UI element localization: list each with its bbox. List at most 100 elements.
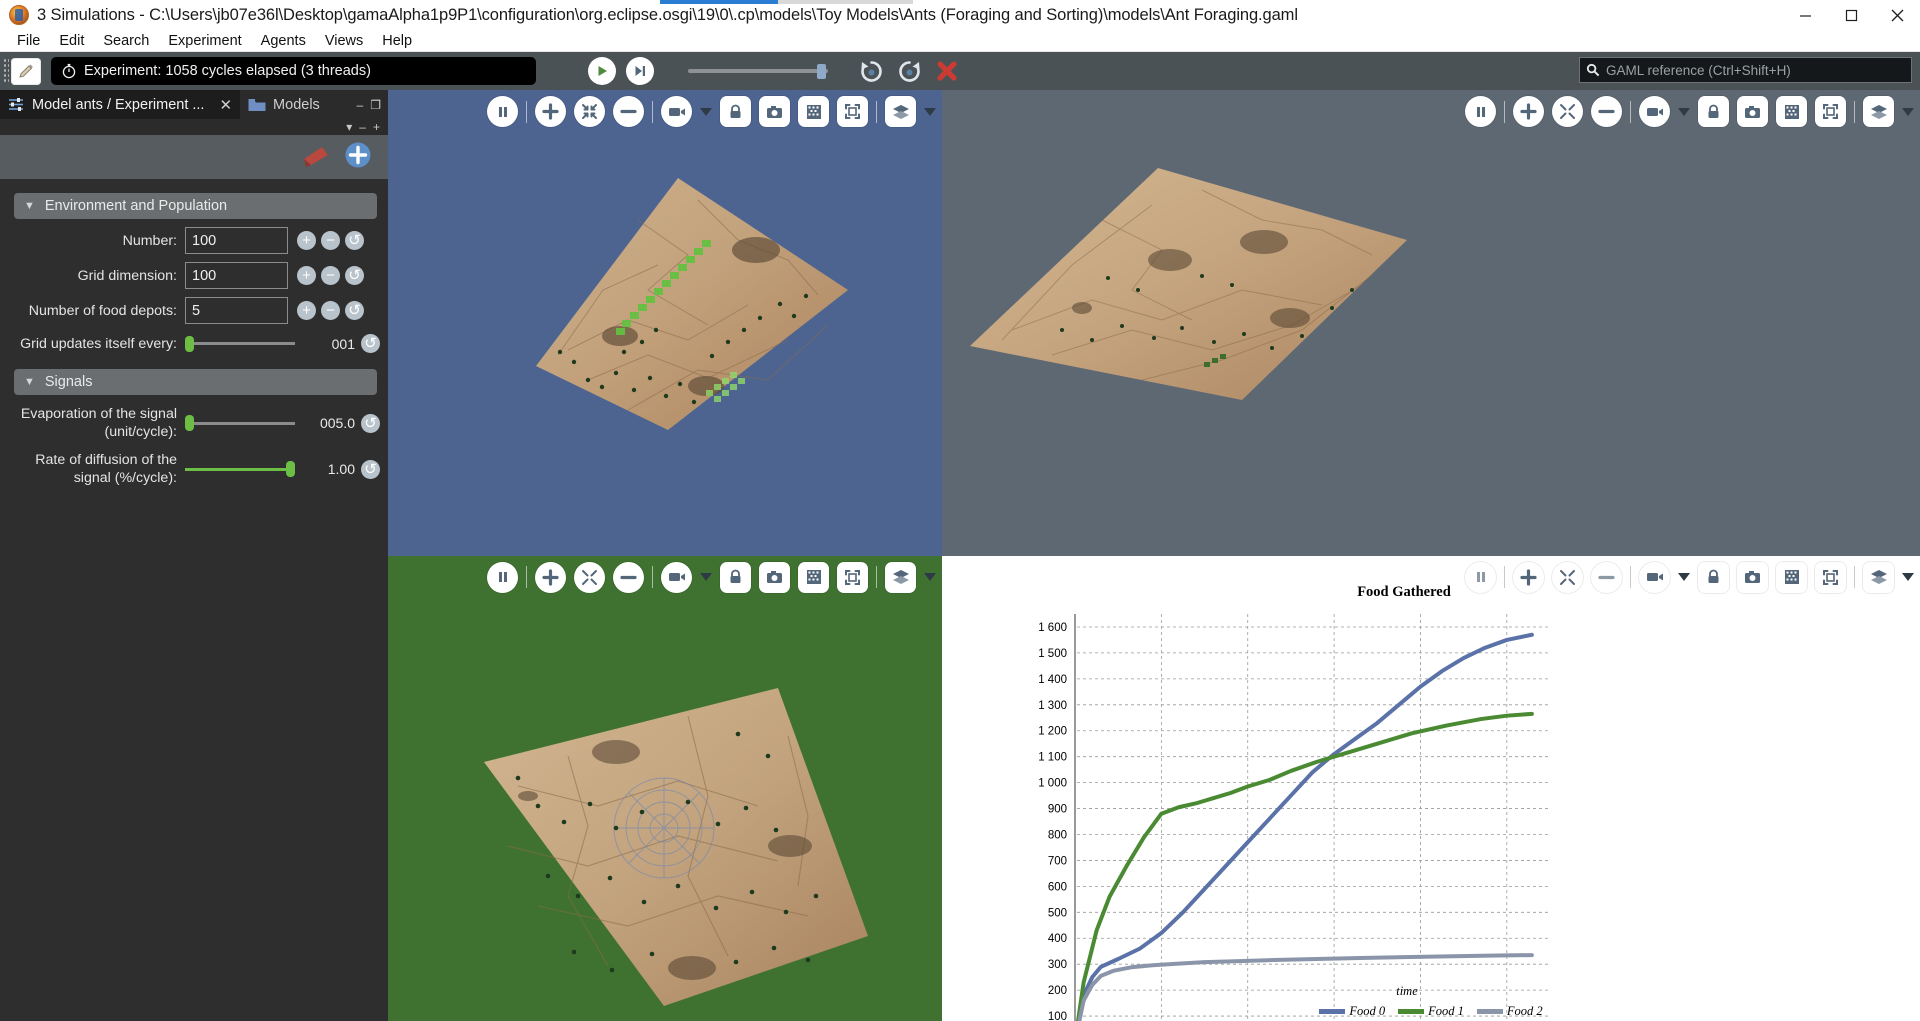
chevron-down-icon[interactable]: ▾ [346,120,352,134]
chevron-down-icon[interactable] [1902,573,1914,581]
zoom-in-icon[interactable] [535,96,566,127]
camera-preset-icon[interactable] [1639,96,1670,127]
step-forward-icon[interactable] [626,57,654,85]
zoom-fit-icon[interactable] [574,561,605,593]
decrement-button[interactable]: − [321,231,340,250]
revert-button[interactable]: ↺ [345,231,364,250]
camera-preset-icon[interactable] [661,561,692,593]
zoom-fit-icon[interactable] [1552,561,1583,593]
pause-icon[interactable] [487,96,518,127]
add-icon[interactable] [344,141,372,169]
chevron-down-icon[interactable]: ▼ [24,376,35,388]
increment-button[interactable]: + [297,301,316,320]
toolbar-grip[interactable] [3,58,9,84]
chevron-down-icon[interactable] [924,573,936,581]
revert-button[interactable]: ↺ [345,301,364,320]
slider-knob[interactable] [286,461,295,477]
snapshot-icon[interactable] [1737,561,1768,593]
menu-experiment[interactable]: Experiment [159,31,250,51]
play-icon[interactable] [588,57,616,85]
increment-button[interactable]: + [297,266,316,285]
chevron-down-icon[interactable] [700,573,712,581]
lock-icon[interactable] [720,96,751,127]
speed-slider-knob[interactable] [817,63,826,79]
menu-file[interactable]: File [8,31,49,51]
zoom-out-icon[interactable] [1591,561,1622,593]
pause-icon[interactable] [487,561,518,593]
grid-icon[interactable] [798,96,829,127]
snapshot-icon[interactable] [759,96,790,127]
lock-icon[interactable] [1698,561,1729,593]
gaml-search-box[interactable]: GAML reference (Ctrl+Shift+H) [1579,57,1912,83]
zoom-fit-icon[interactable] [1552,96,1583,127]
ant-display-green[interactable] [388,555,942,1021]
camera-preset-icon[interactable] [1639,561,1670,593]
layers-icon[interactable] [885,96,916,127]
layers-icon[interactable] [885,561,916,593]
food-depots-input[interactable]: 5 [185,297,288,324]
zoom-in-icon[interactable] [1513,96,1544,127]
zoom-out-icon[interactable] [613,561,644,593]
reset-icon[interactable] [894,56,924,86]
ant-display-blue[interactable] [388,90,942,556]
revert-button[interactable]: ↺ [361,334,380,353]
lock-icon[interactable] [720,561,751,593]
section-signals[interactable]: ▼ Signals [14,369,377,395]
grid-icon[interactable] [1776,561,1807,593]
ant-display-gray[interactable] [942,90,1920,556]
chevron-down-icon[interactable] [924,107,936,116]
diffusion-slider[interactable] [185,461,295,477]
grid-dimension-input[interactable]: 100 [185,262,288,289]
zoom-in-icon[interactable] [1513,561,1544,593]
reload-icon[interactable] [856,56,886,86]
revert-button[interactable]: ↺ [361,413,380,433]
close-experiment-icon[interactable] [932,56,962,86]
zoom-out-button[interactable]: – [359,120,366,134]
minimize-button[interactable] [1782,0,1828,30]
slider-knob[interactable] [185,335,194,352]
grid-icon[interactable] [1776,96,1807,127]
menu-help[interactable]: Help [373,31,421,51]
lock-icon[interactable] [1698,96,1729,127]
zoom-out-icon[interactable] [1591,96,1622,127]
chevron-down-icon[interactable] [700,107,712,116]
grid-icon[interactable] [798,561,829,593]
grid-update-slider[interactable] [185,335,295,352]
snapshot-icon[interactable] [1737,96,1768,127]
revert-button[interactable]: ↺ [345,266,364,285]
menu-agents[interactable]: Agents [252,31,315,51]
chevron-down-icon[interactable] [1678,573,1690,581]
menu-edit[interactable]: Edit [50,31,93,51]
zoom-fit-icon[interactable] [574,96,605,127]
chevron-down-icon[interactable]: ▼ [24,200,35,212]
speed-slider[interactable] [688,63,828,79]
chevron-down-icon[interactable] [1678,107,1690,116]
menu-search[interactable]: Search [94,31,158,51]
fullscreen-icon[interactable] [837,96,868,127]
tab-close-icon[interactable]: ✕ [219,96,232,114]
legend-item-food-0[interactable]: Food 0 [1319,1004,1385,1019]
close-button[interactable] [1874,0,1920,30]
chevron-down-icon[interactable] [1902,107,1914,116]
legend-item-food-1[interactable]: Food 1 [1398,1004,1464,1019]
menu-views[interactable]: Views [316,31,372,51]
zoom-in-button[interactable]: + [373,120,380,134]
revert-flag-icon[interactable] [302,143,330,169]
section-environment-and-population[interactable]: ▼ Environment and Population [14,193,377,219]
decrement-button[interactable]: − [321,301,340,320]
chart-display[interactable]: Food Gathered 01002003004005006007008009… [942,555,1920,1021]
snapshot-icon[interactable] [759,561,790,593]
increment-button[interactable]: + [297,231,316,250]
edit-model-icon[interactable] [11,57,41,85]
fullscreen-icon[interactable] [1815,561,1846,593]
layers-icon[interactable] [1863,96,1894,127]
pause-icon[interactable] [1465,96,1496,127]
revert-button[interactable]: ↺ [361,459,380,479]
decrement-button[interactable]: − [321,266,340,285]
fullscreen-icon[interactable] [1815,96,1846,127]
camera-preset-icon[interactable] [661,96,692,127]
slider-knob[interactable] [185,415,194,431]
panel-maximize-button[interactable]: ❐ [370,98,382,112]
tab-models[interactable]: Models [240,90,328,119]
pause-icon[interactable] [1465,561,1496,593]
